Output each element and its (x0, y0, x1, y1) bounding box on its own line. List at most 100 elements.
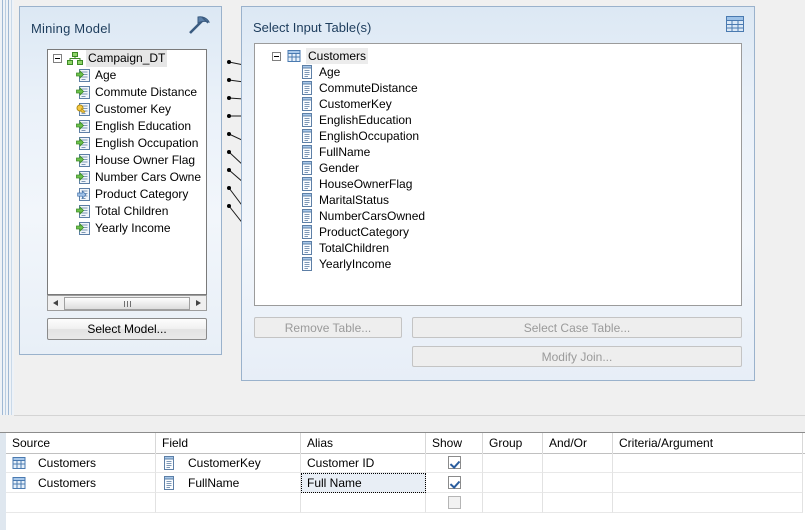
grid-cell-field[interactable] (156, 493, 301, 513)
tree-node-column[interactable]: Product Category (48, 186, 206, 203)
cell-text: Customers (38, 476, 97, 490)
scroll-left-arrow-icon[interactable] (48, 296, 63, 310)
grid-cell-show[interactable] (426, 453, 483, 473)
column-icon (300, 113, 314, 127)
grid-header-cell[interactable]: Source (6, 433, 156, 453)
grid-cell-field[interactable]: FullName (156, 473, 301, 493)
select-input-tables-panel[interactable]: Select Input Table(s) Customers Age Commut… (241, 6, 755, 381)
canvas-grid-splitter[interactable] (0, 415, 805, 432)
mining-model-hscrollbar[interactable] (47, 295, 207, 311)
tree-node-column[interactable]: Yearly Income (48, 220, 206, 237)
grid-cell-and-or[interactable] (543, 493, 613, 513)
collapse-expander-icon[interactable] (53, 54, 62, 63)
mining-model-icon (67, 52, 83, 66)
tree-node-column[interactable]: Customer Key (48, 101, 206, 118)
tree-node-label: FullName (319, 145, 371, 159)
tree-node-root[interactable]: Customers (255, 48, 741, 64)
tree-node-column[interactable]: ProductCategory (255, 224, 741, 240)
grid-cell-group[interactable] (483, 453, 543, 473)
diagram-canvas[interactable]: Mining Model Campaign_DT Age Commute Dista… (14, 0, 805, 415)
tree-node-column[interactable]: TotalChildren (255, 240, 741, 256)
tree-node-column[interactable]: English Education (48, 118, 206, 135)
tree-node-column[interactable]: Age (255, 64, 741, 80)
cell-text: CustomerKey (188, 456, 261, 470)
table-row[interactable]: Customers FullName Full Name (6, 473, 805, 493)
tree-node-column[interactable]: Total Children (48, 203, 206, 220)
tree-node-label: Yearly Income (95, 221, 171, 235)
select-model-button[interactable]: Select Model... (47, 318, 207, 340)
edge-line (8, 0, 9, 430)
scrollbar-thumb[interactable] (64, 296, 190, 310)
tree-node-column[interactable]: English Occupation (48, 135, 206, 152)
grid-cell-criteria[interactable] (613, 453, 803, 473)
input-tables-tree[interactable]: Customers Age CommuteDistance CustomerKey En… (254, 43, 742, 306)
remove-table-button[interactable]: Remove Table... (254, 317, 402, 338)
grid-cell-alias[interactable]: Full Name (301, 473, 426, 493)
grid-cell-show[interactable] (426, 493, 483, 513)
table-row[interactable] (6, 493, 805, 513)
grid-cell-alias[interactable] (301, 493, 426, 513)
grid-cell-source[interactable]: Customers (6, 453, 156, 473)
tree-node-column[interactable]: EnglishOccupation (255, 128, 741, 144)
grid-cell-alias[interactable]: Customer ID (301, 453, 426, 473)
show-checkbox[interactable] (448, 496, 461, 509)
grid-cell-source[interactable] (6, 493, 156, 513)
cell-text: Full Name (307, 476, 362, 490)
show-checkbox[interactable] (448, 476, 461, 489)
input-column-icon (76, 153, 92, 168)
tree-node-column[interactable]: YearlyIncome (255, 256, 741, 272)
input-column-icon (76, 170, 92, 185)
select-case-table-button[interactable]: Select Case Table... (412, 317, 742, 338)
grid-header-cell[interactable]: Criteria/Argument (613, 433, 803, 453)
grid-header-cell[interactable]: Group (483, 433, 543, 453)
grid-header-cell[interactable]: Alias (301, 433, 426, 453)
tree-node-column[interactable]: Commute Distance (48, 84, 206, 101)
grid-cell-group[interactable] (483, 473, 543, 493)
tree-node-label: Commute Distance (95, 85, 198, 99)
column-icon (300, 129, 314, 143)
table-row[interactable]: Customers CustomerKey Customer ID (6, 453, 805, 473)
tree-node-column[interactable]: NumberCarsOwned (255, 208, 741, 224)
grid-header-cell[interactable]: Show (426, 433, 483, 453)
tree-node-label: CustomerKey (319, 97, 392, 111)
grid-header-row: Source Field Alias Show Group And/Or Criteria/… (6, 433, 805, 454)
tree-node-column[interactable]: House Owner Flag (48, 152, 206, 169)
table-icon (12, 476, 26, 490)
show-checkbox[interactable] (448, 456, 461, 469)
tree-node-column[interactable]: CustomerKey (255, 96, 741, 112)
grid-header-cell[interactable]: Field (156, 433, 301, 453)
tree-node-root[interactable]: Campaign_DT (48, 50, 206, 67)
grid-cell-criteria[interactable] (613, 493, 803, 513)
mining-model-tree[interactable]: Campaign_DT Age Commute Distance Customer K… (47, 49, 207, 295)
column-icon (300, 65, 314, 79)
tree-node-column[interactable]: FullName (255, 144, 741, 160)
tree-node-label: HouseOwnerFlag (319, 177, 413, 191)
column-icon (300, 193, 314, 207)
tree-node-label: Number Cars Owne (95, 170, 202, 184)
tree-node-column[interactable]: Gender (255, 160, 741, 176)
grid-cell-group[interactable] (483, 493, 543, 513)
tree-node-column[interactable]: CommuteDistance (255, 80, 741, 96)
tree-node-label: Gender (319, 161, 360, 175)
tree-node-column[interactable]: HouseOwnerFlag (255, 176, 741, 192)
grid-cell-field[interactable]: CustomerKey (156, 453, 301, 473)
table-icon (287, 49, 301, 63)
grid-cell-show[interactable] (426, 473, 483, 493)
tree-node-column[interactable]: EnglishEducation (255, 112, 741, 128)
grid-header-cell[interactable]: And/Or (543, 433, 613, 453)
collapse-expander-icon[interactable] (272, 52, 281, 61)
tree-node-column[interactable]: Age (48, 67, 206, 84)
mining-model-panel[interactable]: Mining Model Campaign_DT Age Commute Dista… (19, 6, 222, 355)
tree-node-label: EnglishOccupation (319, 129, 420, 143)
modify-join-button[interactable]: Modify Join... (412, 346, 742, 367)
grid-cell-source[interactable]: Customers (6, 473, 156, 493)
grid-cell-and-or[interactable] (543, 453, 613, 473)
tree-node-column[interactable]: MaritalStatus (255, 192, 741, 208)
pickaxe-icon (187, 15, 211, 37)
query-grid[interactable]: Source Field Alias Show Group And/Or Criteria/… (0, 432, 805, 530)
scroll-right-arrow-icon[interactable] (191, 296, 206, 310)
grid-cell-criteria[interactable] (613, 473, 803, 493)
mining-model-title: Mining Model (31, 21, 111, 36)
grid-cell-and-or[interactable] (543, 473, 613, 493)
tree-node-column[interactable]: Number Cars Owne (48, 169, 206, 186)
